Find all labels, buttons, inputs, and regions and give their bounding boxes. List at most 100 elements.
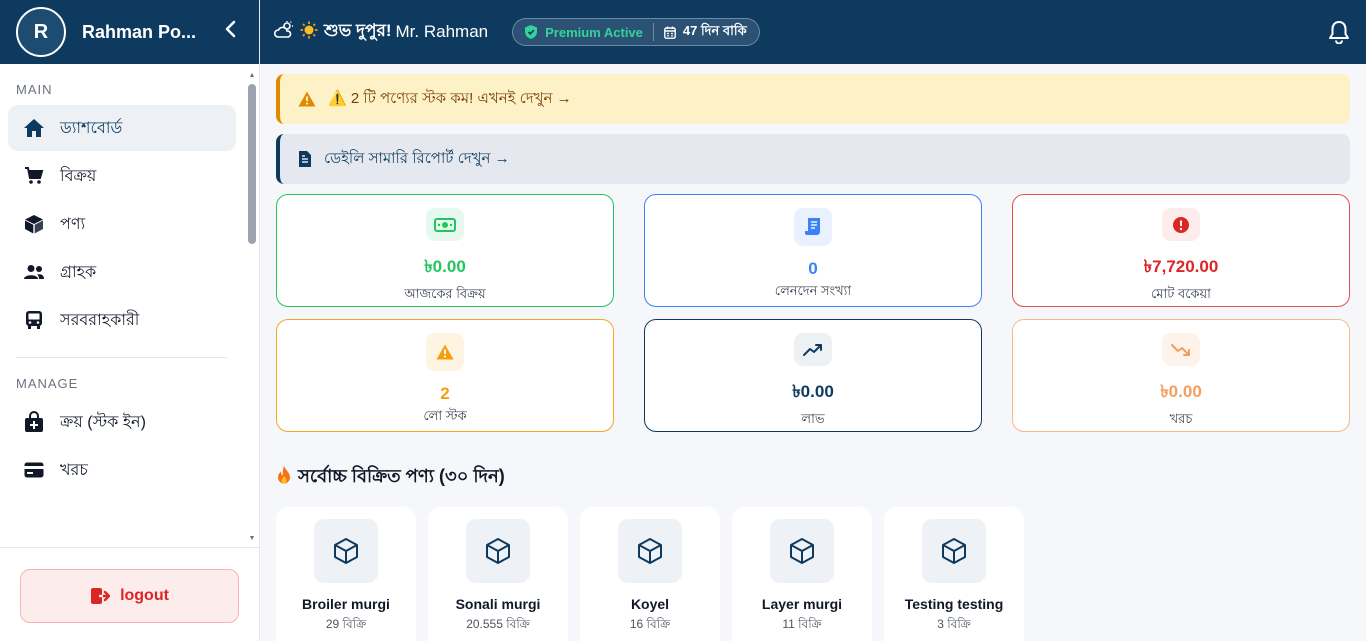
stat-card-today-sales[interactable]: ৳0.00 আজকের বিক্রয়	[276, 194, 614, 307]
product-card[interactable]: Sonali murgi 20.555 বিক্রি	[428, 507, 568, 641]
stat-value: 2	[440, 384, 450, 403]
pill-separator	[652, 23, 654, 41]
days-label: 47 দিন বাকি	[682, 22, 747, 38]
scroll-up-arrow-icon[interactable]: ▲	[248, 72, 256, 79]
sidebar-item-label: সরবরাহকারী	[60, 311, 140, 329]
sidebar-scrollbar[interactable]: ▲ ▼	[248, 72, 256, 542]
stat-label: মোট বকেয়া	[1151, 286, 1211, 301]
product-sold-count: 11 বিক্রি	[782, 617, 822, 631]
sidebar-item-label: ক্রয় (স্টক ইন)	[60, 413, 146, 431]
product-name: Sonali murgi	[455, 596, 541, 612]
top-products-list: Broiler murgi 29 বিক্রি Sonali murgi 20.…	[276, 507, 1350, 641]
shop-name: Rahman Po...	[82, 21, 197, 42]
logout-button[interactable]: logout	[20, 569, 239, 623]
product-sold-count: 16 বিক্রি	[629, 617, 671, 631]
box-icon	[618, 519, 682, 583]
product-name: Koyel	[630, 596, 670, 612]
greeting: শুভ দুপুর! Mr. Rahman	[273, 18, 489, 46]
bag-plus-icon	[22, 411, 46, 433]
daily-summary-text: ডেইলি সামারি রিপোর্ট দেখুন →	[324, 149, 510, 167]
trend-down-icon	[1162, 333, 1200, 366]
stat-card-profit[interactable]: ৳0.00 লাভ	[644, 319, 982, 432]
stat-card-total-due[interactable]: ৳7,720.00 মোট বকেয়া	[1012, 194, 1350, 307]
topbar: শুভ দুপুর! Mr. Rahman Premium Active 47 …	[260, 0, 1366, 64]
credit-card-icon	[22, 459, 46, 481]
bell-icon	[1329, 21, 1349, 45]
low-stock-alert[interactable]: ⚠️ 2 টি পণ্যের স্টক কম! এখনই দেখুন →	[276, 74, 1350, 124]
product-sold-count: 29 বিক্রি	[325, 617, 367, 631]
stats-grid: ৳0.00 আজকের বিক্রয় 0 লেনদেন সংখ্যা ৳7,7…	[276, 194, 1350, 432]
subscription-badge[interactable]: Premium Active 47 দিন বাকি	[512, 18, 760, 46]
sidebar: R Rahman Po... MAIN ড্যাশবোর্ড বিক্রয় প…	[0, 0, 260, 641]
stat-card-expense[interactable]: ৳0.00 খরচ	[1012, 319, 1350, 432]
product-card[interactable]: Koyel 16 বিক্রি	[580, 507, 720, 641]
top-products-title: সর্বোচ্চ বিক্রিত পণ্য (৩০ দিন)	[276, 462, 1350, 493]
sidebar-item-expenses[interactable]: খরচ	[8, 447, 236, 493]
premium-status: Premium Active	[525, 25, 643, 40]
sidebar-item-label: বিক্রয়	[60, 167, 97, 185]
sidebar-item-label: গ্রাহক	[60, 263, 97, 281]
stat-card-low-stock[interactable]: 2 লো স্টক	[276, 319, 614, 432]
box-icon	[466, 519, 530, 583]
product-card[interactable]: Testing testing 3 বিক্রি	[884, 507, 1024, 641]
users-icon	[22, 261, 46, 283]
cloud-sun-icon	[273, 20, 294, 44]
product-sold-count: 20.555 বিক্রি	[466, 617, 530, 631]
user-name: Mr. Rahman	[395, 22, 489, 41]
warning-icon	[426, 333, 464, 371]
calendar-icon	[663, 26, 676, 39]
stat-label: খরচ	[1169, 411, 1193, 426]
document-icon	[298, 150, 312, 168]
product-name: Testing testing	[904, 596, 1004, 612]
greeting-text: শুভ দুপুর!	[324, 21, 392, 40]
sidebar-item-label: খরচ	[60, 461, 88, 479]
product-name: Layer murgi	[761, 596, 843, 612]
sidebar-item-label: ড্যাশবোর্ড	[60, 119, 123, 137]
shield-check-icon	[525, 25, 538, 39]
sidebar-nav[interactable]: MAIN ড্যাশবোর্ড বিক্রয় পণ্য গ্রাহক সরবর…	[0, 64, 259, 546]
trend-up-icon	[794, 333, 832, 366]
stat-value: 0	[808, 259, 818, 278]
daily-summary-alert[interactable]: ডেইলি সামারি রিপোর্ট দেখুন →	[276, 134, 1350, 184]
money-icon	[426, 208, 464, 241]
cart-icon	[22, 165, 46, 187]
sidebar-item-label: পণ্য	[60, 215, 86, 233]
main-content: ⚠️ 2 টি পণ্যের স্টক কম! এখনই দেখুন → ডেই…	[260, 64, 1366, 641]
fire-icon	[276, 465, 292, 490]
alert-circle-icon	[1162, 208, 1200, 241]
stat-value: ৳7,720.00	[1143, 257, 1219, 276]
section-label-main: MAIN	[16, 82, 53, 97]
stat-value: ৳0.00	[792, 382, 834, 401]
collapse-sidebar-button[interactable]	[219, 20, 243, 44]
product-sold-count: 3 বিক্রি	[937, 617, 971, 631]
nav-divider	[16, 357, 227, 358]
stat-label: লো স্টক	[423, 408, 467, 423]
warning-icon	[298, 91, 316, 107]
logout-label: logout	[120, 587, 169, 604]
sidebar-item-products[interactable]: পণ্য	[8, 201, 236, 247]
stat-value: ৳0.00	[1160, 382, 1202, 401]
receipt-icon	[794, 208, 832, 246]
product-card[interactable]: Layer murgi 11 বিক্রি	[732, 507, 872, 641]
sun-icon	[300, 21, 318, 44]
notification-button[interactable]	[1328, 20, 1350, 49]
stat-label: লাভ	[801, 411, 825, 426]
sidebar-item-suppliers[interactable]: সরবরাহকারী	[8, 297, 236, 343]
scroll-thumb[interactable]	[248, 84, 256, 244]
premium-label: Premium Active	[545, 24, 643, 40]
stat-label: আজকের বিক্রয়	[404, 286, 486, 301]
top-products-title-text: সর্বোচ্চ বিক্রিত পণ্য (৩০ দিন)	[298, 466, 505, 486]
box-icon	[22, 213, 46, 235]
sidebar-item-purchase[interactable]: ক্রয় (স্টক ইন)	[8, 399, 236, 445]
avatar[interactable]: R	[16, 7, 66, 57]
stat-card-transactions[interactable]: 0 লেনদেন সংখ্যা	[644, 194, 982, 307]
product-card[interactable]: Broiler murgi 29 বিক্রি	[276, 507, 416, 641]
days-remaining: 47 দিন বাকি	[663, 22, 747, 43]
chevron-left-icon	[225, 20, 236, 38]
sidebar-item-customers[interactable]: গ্রাহক	[8, 249, 236, 295]
sidebar-item-dashboard[interactable]: ড্যাশবোর্ড	[8, 105, 236, 151]
sidebar-item-sales[interactable]: বিক্রয়	[8, 153, 236, 199]
scroll-down-arrow-icon[interactable]: ▼	[248, 535, 256, 542]
stat-value: ৳0.00	[424, 257, 466, 276]
box-icon	[770, 519, 834, 583]
